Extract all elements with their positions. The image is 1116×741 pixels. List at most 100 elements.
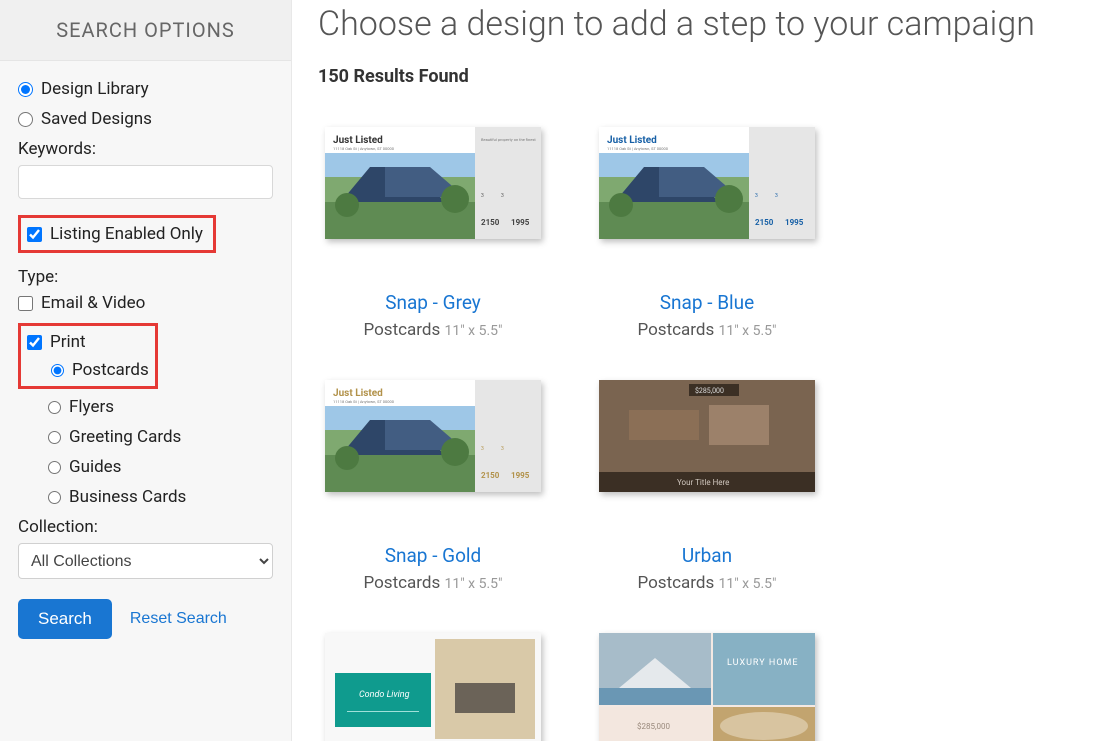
print-highlight: Print Postcards: [18, 323, 158, 389]
card-thumbnail: $285,000 Your Title Here: [599, 380, 815, 492]
card-luxury-home[interactable]: LUXURY HOME $285,000 Luxury Home Postcar…: [592, 633, 822, 741]
card-title[interactable]: Snap - Blue: [592, 291, 822, 314]
results-label: Results Found: [353, 66, 468, 87]
card-dimensions: 11" x 5.5": [444, 323, 502, 339]
svg-text:3: 3: [481, 446, 484, 452]
check-print-input[interactable]: [27, 335, 42, 350]
check-email-video-input[interactable]: [18, 296, 33, 311]
results-number: 150: [318, 66, 349, 87]
card-snap-gold[interactable]: Just Listed 11118 Oak St | Anytown, ST 0…: [318, 380, 548, 593]
radio-guides-input[interactable]: [48, 461, 61, 474]
check-listing-enabled-label: Listing Enabled Only: [50, 224, 203, 244]
card-thumbnail: Just Listed 11118 Oak St | Anytown, ST 0…: [599, 127, 815, 239]
results-grid: Just Listed 11118 Oak St | Anytown, ST 0…: [318, 127, 1090, 741]
radio-flyers[interactable]: Flyers: [48, 397, 273, 417]
card-title[interactable]: Snap - Grey: [318, 291, 548, 314]
radio-guides[interactable]: Guides: [48, 457, 273, 477]
search-button[interactable]: Search: [18, 599, 112, 639]
postcard-thumb-icon: $285,000 Your Title Here: [599, 380, 815, 492]
radio-business-cards-input[interactable]: [48, 491, 61, 504]
card-meta: Postcards 11" x 5.5": [318, 320, 548, 340]
card-category: Postcards: [637, 573, 714, 593]
card-thumbnail: LUXURY HOME $285,000: [599, 633, 815, 741]
svg-text:2150: 2150: [481, 471, 500, 480]
collection-select[interactable]: All Collections: [18, 543, 273, 579]
card-urban[interactable]: $285,000 Your Title Here Urban Postcards…: [592, 380, 822, 593]
radio-design-library[interactable]: Design Library: [18, 79, 273, 99]
svg-text:3: 3: [755, 193, 758, 199]
radio-postcards-input[interactable]: [51, 364, 64, 377]
check-print-label: Print: [50, 332, 86, 352]
postcard-thumb-icon: LUXURY HOME $285,000: [599, 633, 815, 741]
card-dimensions: 11" x 5.5": [718, 576, 776, 592]
svg-text:1995: 1995: [511, 471, 530, 480]
svg-text:11118 Oak St | Anytown, ST 000: 11118 Oak St | Anytown, ST 00000: [333, 146, 395, 151]
svg-text:Your Title Here: Your Title Here: [677, 478, 729, 487]
svg-text:Beautiful property on the fine: Beautiful property on the finest: [481, 137, 536, 142]
reset-search-link[interactable]: Reset Search: [130, 610, 227, 628]
card-meta: Postcards 11" x 5.5": [318, 573, 548, 593]
card-snap-grey[interactable]: Just Listed 11118 Oak St | Anytown, ST 0…: [318, 127, 548, 340]
card-thumbnail: Condo Living: [325, 633, 541, 741]
radio-saved-designs-input[interactable]: [18, 112, 33, 127]
svg-text:1995: 1995: [511, 218, 530, 227]
radio-greeting-cards[interactable]: Greeting Cards: [48, 427, 273, 447]
svg-text:11118 Oak St | Anytown, ST 000: 11118 Oak St | Anytown, ST 00000: [333, 399, 395, 404]
postcard-thumb-icon: Just Listed 11118 Oak St | Anytown, ST 0…: [599, 127, 815, 239]
svg-text:1995: 1995: [785, 218, 804, 227]
results-count: 150 Results Found: [318, 66, 1090, 87]
svg-text:3: 3: [481, 193, 484, 199]
card-dimensions: 11" x 5.5": [444, 576, 502, 592]
search-options-sidebar: SEARCH OPTIONS Design Library Saved Desi…: [0, 0, 292, 741]
card-snap-blue[interactable]: Just Listed 11118 Oak St | Anytown, ST 0…: [592, 127, 822, 340]
card-category: Postcards: [363, 320, 440, 340]
check-listing-enabled-input[interactable]: [27, 227, 42, 242]
check-listing-enabled[interactable]: Listing Enabled Only: [27, 224, 207, 244]
card-thumbnail: Just Listed 11118 Oak St | Anytown, ST 0…: [325, 380, 541, 492]
radio-design-library-input[interactable]: [18, 82, 33, 97]
keywords-input[interactable]: [18, 165, 273, 199]
card-tower[interactable]: Condo Living Tower Postcards 11" x 5.5": [318, 633, 548, 741]
listing-enabled-highlight: Listing Enabled Only: [18, 215, 216, 253]
svg-text:3: 3: [501, 446, 504, 452]
radio-business-cards[interactable]: Business Cards: [48, 487, 273, 507]
radio-flyers-input[interactable]: [48, 401, 61, 414]
check-email-video[interactable]: Email & Video: [18, 293, 273, 313]
card-category: Postcards: [637, 320, 714, 340]
radio-saved-designs-label: Saved Designs: [41, 109, 152, 129]
check-print[interactable]: Print: [27, 332, 149, 352]
radio-postcards-label: Postcards: [72, 360, 149, 380]
main-content: Choose a design to add a step to your ca…: [292, 0, 1116, 741]
postcard-thumb-icon: Just Listed 11118 Oak St | Anytown, ST 0…: [325, 380, 541, 492]
svg-text:LUXURY HOME: LUXURY HOME: [727, 658, 798, 668]
collection-label: Collection:: [18, 517, 273, 537]
type-label: Type:: [18, 267, 273, 287]
svg-text:$285,000: $285,000: [637, 722, 671, 731]
svg-text:11118 Oak St | Anytown, ST 000: 11118 Oak St | Anytown, ST 00000: [607, 146, 669, 151]
card-meta: Postcards 11" x 5.5": [592, 320, 822, 340]
svg-text:Just Listed: Just Listed: [607, 135, 657, 146]
radio-greeting-cards-label: Greeting Cards: [69, 427, 181, 447]
card-title[interactable]: Urban: [592, 544, 822, 567]
postcard-thumb-icon: Condo Living: [325, 633, 541, 741]
svg-text:Condo Living: Condo Living: [359, 690, 410, 700]
check-email-video-label: Email & Video: [41, 293, 145, 313]
svg-text:$285,000: $285,000: [695, 387, 724, 395]
svg-text:3: 3: [501, 193, 504, 199]
keywords-label: Keywords:: [18, 139, 273, 159]
card-dimensions: 11" x 5.5": [718, 323, 776, 339]
radio-design-library-label: Design Library: [41, 79, 149, 99]
radio-saved-designs[interactable]: Saved Designs: [18, 109, 273, 129]
svg-text:3: 3: [775, 193, 778, 199]
radio-business-cards-label: Business Cards: [69, 487, 186, 507]
card-thumbnail: Just Listed 11118 Oak St | Anytown, ST 0…: [325, 127, 541, 239]
card-category: Postcards: [363, 573, 440, 593]
card-title[interactable]: Snap - Gold: [318, 544, 548, 567]
sidebar-title: SEARCH OPTIONS: [0, 0, 291, 61]
svg-text:Just Listed: Just Listed: [333, 388, 383, 399]
postcard-thumb-icon: Just Listed 11118 Oak St | Anytown, ST 0…: [325, 127, 541, 239]
svg-text:2150: 2150: [755, 218, 774, 227]
radio-postcards[interactable]: Postcards: [51, 360, 149, 380]
radio-guides-label: Guides: [69, 457, 121, 477]
radio-greeting-cards-input[interactable]: [48, 431, 61, 444]
